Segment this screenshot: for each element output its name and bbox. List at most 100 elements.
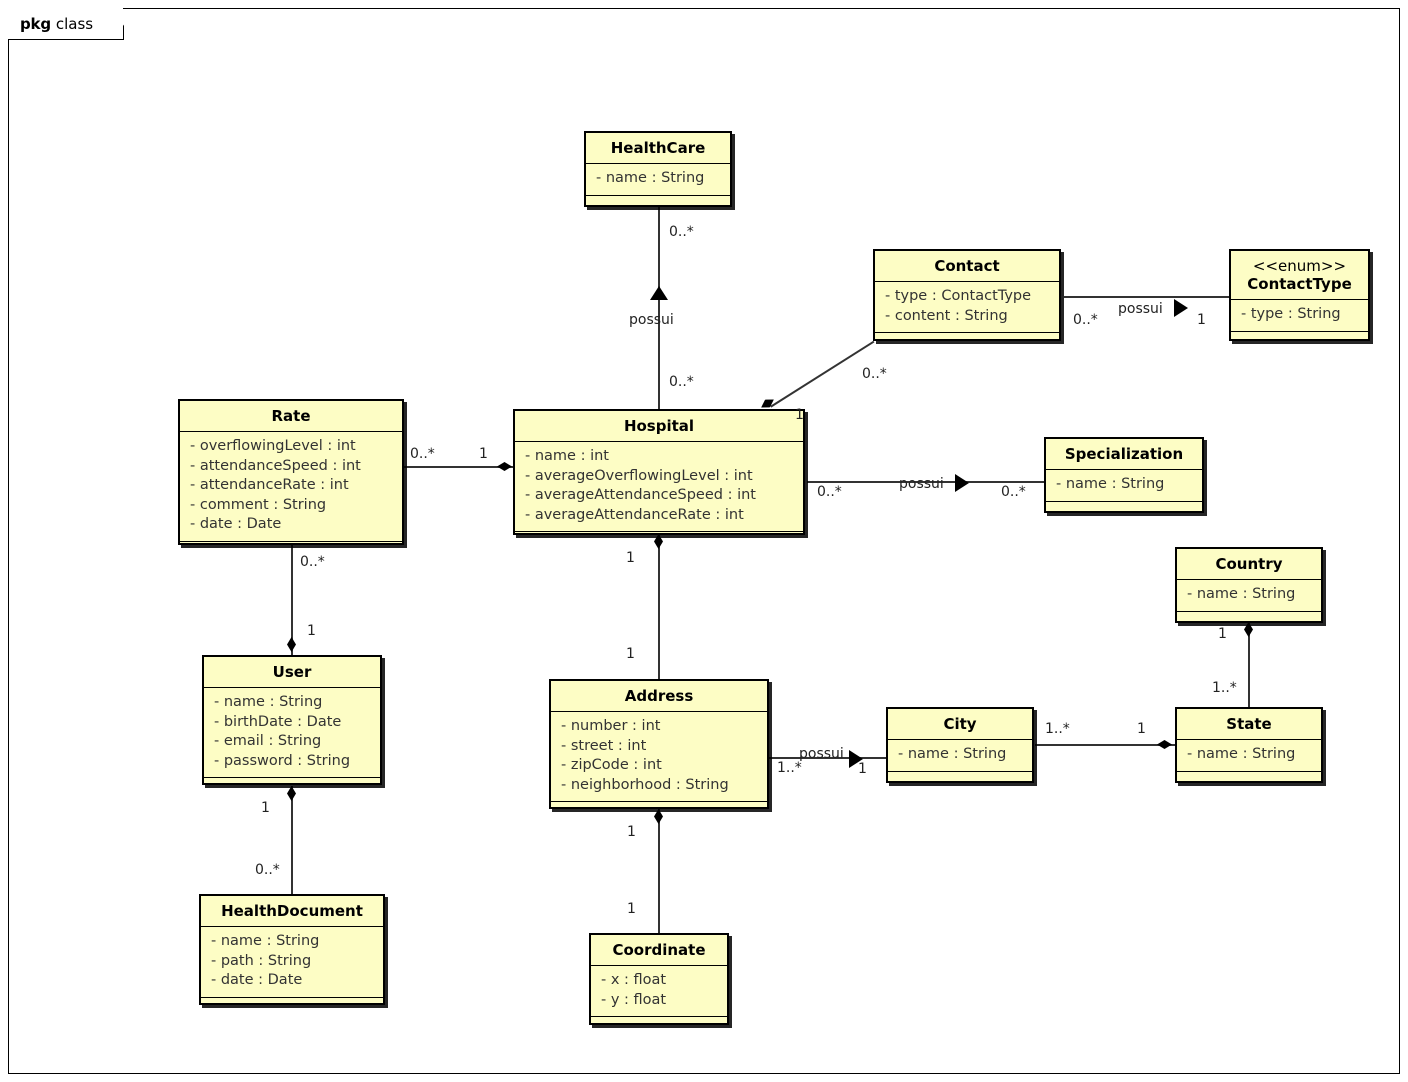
class-state[interactable]: State - name : String bbox=[1175, 707, 1323, 783]
mult-address-coordinate-source: 1 bbox=[627, 824, 636, 840]
attribute: - name : String bbox=[1187, 586, 1296, 602]
uml-class-diagram: pkg class 0..* possui 0..* 0..* possui 1… bbox=[0, 0, 1408, 1082]
class-contacttype[interactable]: <<enum>> ContactType - type : String bbox=[1229, 249, 1370, 341]
attribute: - averageOverflowingLevel : int bbox=[525, 467, 753, 484]
class-operations-healthdocument bbox=[201, 998, 383, 1013]
class-operations-state bbox=[1177, 772, 1321, 787]
label-contact-contacttype: possui bbox=[1118, 301, 1163, 317]
attribute: - name : String bbox=[1056, 476, 1165, 492]
class-attributes-rate: - overflowingLevel : int - attendanceSpe… bbox=[180, 432, 402, 542]
class-name-country: Country bbox=[1177, 549, 1321, 580]
class-name-contact: Contact bbox=[875, 251, 1059, 282]
attribute: - type : String bbox=[1241, 306, 1341, 322]
class-healthdocument[interactable]: HealthDocument - name : String - path : … bbox=[199, 894, 385, 1005]
attribute: - y : float bbox=[601, 991, 667, 1008]
attribute: - number : int bbox=[561, 718, 661, 734]
mult-hospital-address-source: 1 bbox=[626, 550, 635, 566]
attribute: - street : int bbox=[561, 737, 647, 754]
attribute: - averageAttendanceRate : int bbox=[525, 506, 744, 523]
edge-address-coordinate bbox=[658, 809, 660, 937]
label-hospital-specialization: possui bbox=[899, 476, 944, 492]
mult-contact-hospital-source: 0..* bbox=[862, 366, 887, 382]
attribute: - zipCode : int bbox=[561, 757, 662, 773]
class-attributes-city: - name : String bbox=[888, 740, 1032, 772]
mult-hospital-address-target: 1 bbox=[626, 646, 635, 662]
attribute: - type : ContactType bbox=[885, 288, 1032, 304]
attribute: - name : String bbox=[898, 746, 1007, 762]
stereotype-enum: <<enum>> bbox=[1252, 257, 1347, 275]
class-name-hospital: Hospital bbox=[515, 411, 803, 442]
class-country[interactable]: Country - name : String bbox=[1175, 547, 1323, 623]
attribute: - name : String bbox=[214, 694, 323, 710]
mult-address-city-source: 1..* bbox=[777, 760, 802, 776]
mult-user-healthdocument-source: 1 bbox=[261, 800, 270, 816]
class-attributes-healthcare: - name : String bbox=[586, 164, 730, 196]
class-city[interactable]: City - name : String bbox=[886, 707, 1034, 783]
class-coordinate[interactable]: Coordinate - x : float - y : float bbox=[589, 933, 729, 1025]
edge-city-state bbox=[1035, 744, 1179, 746]
class-name-coordinate: Coordinate bbox=[591, 935, 727, 966]
arrow-healthcare-hospital bbox=[650, 286, 668, 300]
class-contact[interactable]: Contact - type : ContactType - content :… bbox=[873, 249, 1061, 341]
edge-user-healthdocument bbox=[291, 786, 293, 898]
attribute: - date : Date bbox=[190, 516, 282, 532]
class-attributes-country: - name : String bbox=[1177, 580, 1321, 612]
mult-user-healthdocument-target: 0..* bbox=[255, 862, 280, 878]
class-user[interactable]: User - name : String - birthDate : Date … bbox=[202, 655, 382, 785]
mult-contact-hospital-target: 1 bbox=[795, 407, 804, 423]
attribute: - date : Date bbox=[211, 972, 303, 988]
mult-healthcare-hospital-source: 0..* bbox=[669, 224, 694, 240]
attribute: - averageAttendanceSpeed : int bbox=[525, 487, 756, 503]
label-healthcare-hospital: possui bbox=[629, 312, 674, 328]
class-name-contacttype: <<enum>> ContactType bbox=[1231, 251, 1368, 300]
class-attributes-address: - number : int - street : int - zipCode … bbox=[551, 712, 767, 802]
attribute: - neighborhood : String bbox=[561, 776, 729, 793]
attribute: - name : String bbox=[596, 170, 705, 186]
class-attributes-user: - name : String - birthDate : Date - ema… bbox=[204, 688, 380, 778]
class-operations-healthcare bbox=[586, 196, 730, 211]
class-operations-coordinate bbox=[591, 1017, 727, 1032]
attribute: - path : String bbox=[211, 952, 312, 969]
class-name-specialization: Specialization bbox=[1046, 439, 1202, 470]
class-name-user: User bbox=[204, 657, 380, 688]
mult-rate-user-target: 1 bbox=[307, 623, 316, 639]
attribute: - attendanceRate : int bbox=[190, 477, 349, 493]
edge-hospital-address bbox=[658, 533, 660, 683]
arrow-address-city bbox=[849, 750, 863, 768]
attribute: - attendanceSpeed : int bbox=[190, 457, 361, 474]
class-name-address: Address bbox=[551, 681, 767, 712]
class-healthcare[interactable]: HealthCare - name : String bbox=[584, 131, 732, 207]
class-address[interactable]: Address - number : int - street : int - … bbox=[549, 679, 769, 809]
mult-city-state-source: 1..* bbox=[1045, 721, 1070, 737]
package-tab: pkg class bbox=[8, 8, 124, 40]
attribute: - comment : String bbox=[190, 496, 327, 513]
class-attributes-specialization: - name : String bbox=[1046, 470, 1202, 502]
attribute: - birthDate : Date bbox=[214, 713, 342, 730]
class-attributes-coordinate: - x : float - y : float bbox=[591, 966, 727, 1017]
class-name-state: State bbox=[1177, 709, 1321, 740]
attribute: - email : String bbox=[214, 733, 322, 749]
class-specialization[interactable]: Specialization - name : String bbox=[1044, 437, 1204, 513]
mult-contact-contacttype-target: 1 bbox=[1197, 312, 1206, 328]
mult-hospital-specialization-source: 0..* bbox=[817, 484, 842, 500]
mult-city-state-target: 1 bbox=[1137, 721, 1146, 737]
attribute: - overflowingLevel : int bbox=[190, 438, 356, 454]
label-address-city: possui bbox=[799, 746, 844, 762]
edge-healthcare-hospital bbox=[658, 206, 660, 412]
class-hospital[interactable]: Hospital - name : int - averageOverflowi… bbox=[513, 409, 805, 535]
attribute: - content : String bbox=[885, 307, 1008, 324]
mult-healthcare-hospital-target: 0..* bbox=[669, 374, 694, 390]
attribute: - name : String bbox=[211, 933, 320, 949]
class-attributes-state: - name : String bbox=[1177, 740, 1321, 772]
class-rate[interactable]: Rate - overflowingLevel : int - attendan… bbox=[178, 399, 404, 545]
mult-rate-hospital-target: 1 bbox=[479, 446, 488, 462]
mult-hospital-specialization-target: 0..* bbox=[1001, 484, 1026, 500]
mult-rate-user-source: 0..* bbox=[300, 554, 325, 570]
edge-contact-contacttype bbox=[1064, 296, 1230, 298]
attribute: - x : float bbox=[601, 972, 667, 988]
class-name-healthcare: HealthCare bbox=[586, 133, 730, 164]
class-attributes-healthdocument: - name : String - path : String - date :… bbox=[201, 927, 383, 998]
package-keyword: pkg bbox=[20, 14, 51, 33]
arrow-contact-contacttype bbox=[1174, 299, 1188, 317]
package-name: class bbox=[55, 14, 94, 33]
